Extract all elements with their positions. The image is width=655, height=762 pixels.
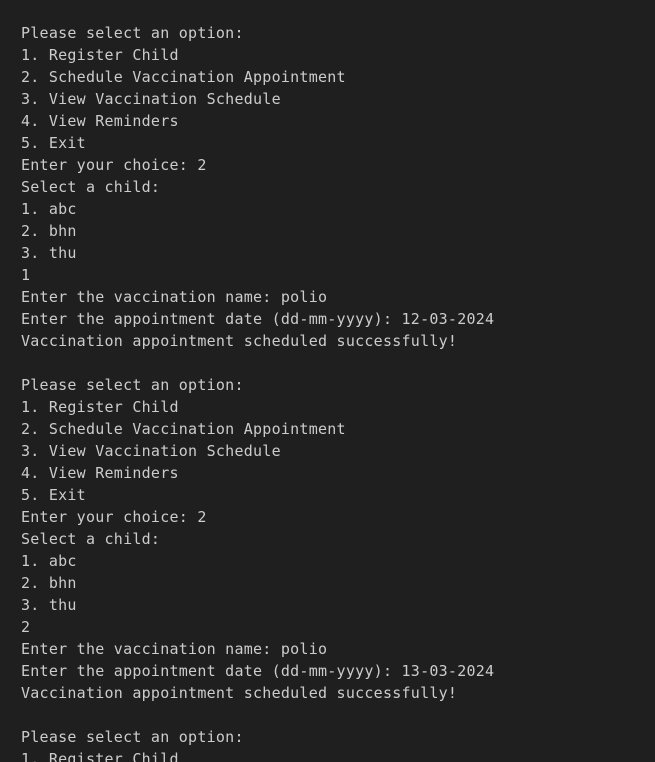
output-line: 3. thu — [21, 244, 77, 262]
output-line: Enter the appointment date (dd-mm-yyyy):… — [21, 662, 495, 680]
output-line: 3. View Vaccination Schedule — [21, 90, 281, 108]
output-line: Select a child: — [21, 178, 161, 196]
output-line: 4. View Reminders — [21, 112, 179, 130]
output-line: 2. bhn — [21, 222, 77, 240]
output-line: 2. bhn — [21, 574, 77, 592]
output-line: Select a child: — [21, 530, 161, 548]
output-line: 1. Register Child — [21, 398, 179, 416]
output-line: 5. Exit — [21, 134, 86, 152]
output-line: 1. Register Child — [21, 750, 179, 762]
output-line: Vaccination appointment scheduled succes… — [21, 332, 458, 350]
output-line: 3. thu — [21, 596, 77, 614]
output-line: 5. Exit — [21, 486, 86, 504]
output-line: Please select an option: — [21, 728, 244, 746]
terminal-output[interactable]: Please select an option: 1. Register Chi… — [0, 0, 655, 762]
output-line: 2. Schedule Vaccination Appointment — [21, 420, 346, 438]
output-line: Enter the vaccination name: polio — [21, 288, 328, 306]
output-line: Enter the vaccination name: polio — [21, 640, 328, 658]
output-line: Please select an option: — [21, 376, 244, 394]
output-line: 1 — [21, 266, 31, 284]
output-line: 1. abc — [21, 552, 77, 570]
output-line: 2 — [21, 618, 31, 636]
output-line: 2. Schedule Vaccination Appointment — [21, 68, 346, 86]
output-line: Vaccination appointment scheduled succes… — [21, 684, 458, 702]
output-line: 1. abc — [21, 200, 77, 218]
output-line: Enter your choice: 2 — [21, 156, 207, 174]
output-line: Enter the appointment date (dd-mm-yyyy):… — [21, 310, 495, 328]
output-line: Please select an option: — [21, 24, 244, 42]
output-line: Enter your choice: 2 — [21, 508, 207, 526]
output-line: 4. View Reminders — [21, 464, 179, 482]
output-line: 1. Register Child — [21, 46, 179, 64]
output-line: 3. View Vaccination Schedule — [21, 442, 281, 460]
